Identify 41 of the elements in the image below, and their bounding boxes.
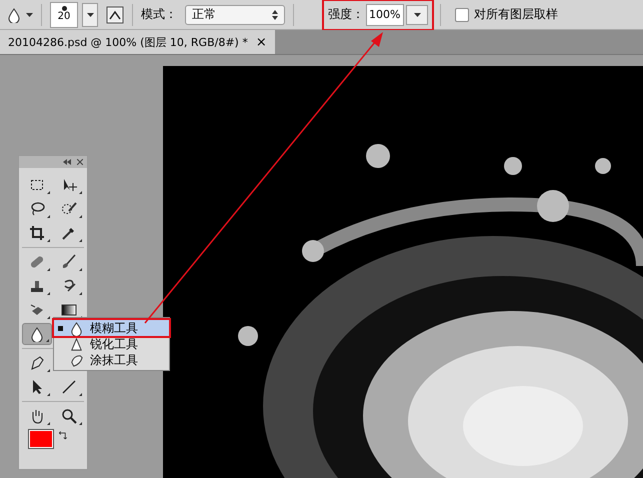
caret-icon[interactable] xyxy=(26,12,33,16)
gradient-icon xyxy=(61,302,77,318)
smudge-tool-icon xyxy=(69,352,84,368)
flyout-menu-item[interactable]: 涂抹工具 xyxy=(54,352,169,368)
strength-dropdown-button[interactable] xyxy=(406,4,428,24)
brush-preset-picker[interactable]: 20 xyxy=(50,2,78,28)
lasso-icon xyxy=(29,201,45,217)
brush-icon xyxy=(61,254,77,270)
flyout-menu-item[interactable]: 模糊工具 xyxy=(54,320,169,336)
strength-label: 强度： xyxy=(328,6,364,23)
close-icon[interactable] xyxy=(77,159,83,165)
strength-field[interactable]: 100% xyxy=(366,4,404,26)
foreground-color-swatch[interactable] xyxy=(29,430,53,448)
line-icon xyxy=(61,379,77,395)
caret-icon xyxy=(86,12,94,16)
blur-icon xyxy=(29,326,45,342)
close-tab-button[interactable]: × xyxy=(256,34,267,50)
crop-icon xyxy=(29,225,45,241)
eraser-icon xyxy=(29,302,45,318)
sample-all-layers-checkbox[interactable] xyxy=(455,8,469,22)
move-icon xyxy=(61,177,77,193)
flyout-menu-item[interactable]: 锐化工具 xyxy=(54,336,169,352)
swap-colors-icon xyxy=(57,430,69,442)
eyedropper-icon xyxy=(61,225,77,241)
sample-all-layers-label: 对所有图层取样 xyxy=(474,6,558,23)
stamp-icon xyxy=(29,278,45,294)
blur-tool-icon xyxy=(69,320,84,336)
blur-tool-icon xyxy=(6,6,22,22)
caret-icon xyxy=(414,12,420,16)
quick-select-icon xyxy=(61,201,77,217)
pen-icon xyxy=(29,355,45,371)
marquee-icon xyxy=(29,177,45,193)
mode-select[interactable]: 正常 xyxy=(185,4,285,24)
bullet-icon xyxy=(58,326,63,330)
mode-label: 模式： xyxy=(141,6,177,23)
zoom-icon xyxy=(61,408,77,424)
blur-tool-button[interactable] xyxy=(22,323,52,345)
document-tab[interactable]: 20104286.psd @ 100% (图层 10, RGB/8#) * × xyxy=(0,30,275,54)
brush-dropdown-button[interactable] xyxy=(82,2,98,26)
collapse-icon[interactable] xyxy=(63,159,71,165)
up-down-arrows-icon xyxy=(272,10,278,20)
